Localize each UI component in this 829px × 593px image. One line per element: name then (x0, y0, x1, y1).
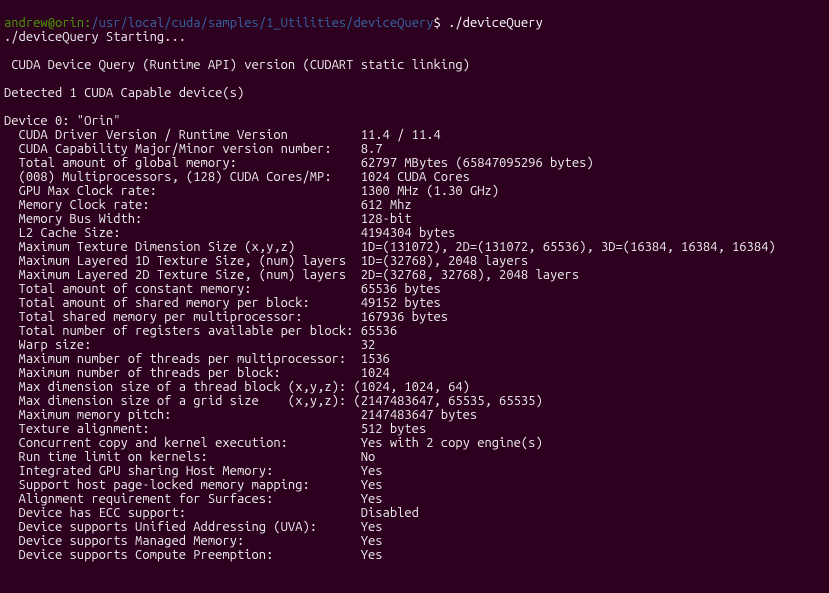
prop-surface-align: Alignment requirement for Surfaces: Yes (4, 492, 383, 506)
prop-mem-clock: Memory Clock rate: 612 Mhz (4, 198, 412, 212)
prop-shared-mem-mp: Total shared memory per multiprocessor: … (4, 310, 448, 324)
prop-page-locked: Support host page-locked memory mapping:… (4, 478, 383, 492)
prop-tex-align: Texture alignment: 512 bytes (4, 422, 426, 436)
prop-uva: Device supports Unified Addressing (UVA)… (4, 520, 383, 534)
prop-tex-dim: Maximum Texture Dimension Size (x,y,z) 1… (4, 240, 776, 254)
output-starting: ./deviceQuery Starting... (4, 30, 186, 44)
prompt-userhost: andrew@orin (4, 16, 84, 30)
prop-shared-mem-block: Total amount of shared memory per block:… (4, 296, 441, 310)
output-detected: Detected 1 CUDA Capable device(s) (4, 86, 244, 100)
prop-driver-version: CUDA Driver Version / Runtime Version 11… (4, 128, 441, 142)
prompt-line: andrew@orin:/usr/local/cuda/samples/1_Ut… (4, 16, 543, 30)
prop-multiprocessors: (008) Multiprocessors, (128) CUDA Cores/… (4, 170, 470, 184)
prop-threads-mp: Maximum number of threads per multiproce… (4, 352, 390, 366)
prop-mem-bus: Memory Bus Width: 128-bit (4, 212, 412, 226)
prop-threads-block: Maximum number of threads per block: 102… (4, 366, 390, 380)
prop-managed-mem: Device supports Managed Memory: Yes (4, 534, 383, 548)
prop-layered-2d: Maximum Layered 2D Texture Size, (num) l… (4, 268, 579, 282)
prop-grid-dim: Max dimension size of a grid size (x,y,z… (4, 394, 543, 408)
prop-const-mem: Total amount of constant memory: 65536 b… (4, 282, 441, 296)
prop-capability: CUDA Capability Major/Minor version numb… (4, 142, 383, 156)
prop-registers: Total number of registers available per … (4, 324, 397, 338)
command-text: ./deviceQuery (448, 16, 543, 30)
prop-compute-preempt: Device supports Compute Preemption: Yes (4, 548, 383, 562)
prop-mem-pitch: Maximum memory pitch: 2147483647 bytes (4, 408, 477, 422)
prompt-path: /usr/local/cuda/samples/1_Utilities/devi… (91, 16, 433, 30)
prop-integrated-gpu: Integrated GPU sharing Host Memory: Yes (4, 464, 383, 478)
prop-warp-size: Warp size: 32 (4, 338, 375, 352)
prop-ecc: Device has ECC support: Disabled (4, 506, 419, 520)
prop-block-dim: Max dimension size of a thread block (x,… (4, 380, 470, 394)
prop-concurrent-copy: Concurrent copy and kernel execution: Ye… (4, 436, 543, 450)
prop-layered-1d: Maximum Layered 1D Texture Size, (num) l… (4, 254, 528, 268)
output-header: CUDA Device Query (Runtime API) version … (4, 58, 470, 72)
prop-global-memory: Total amount of global memory: 62797 MBy… (4, 156, 594, 170)
prop-gpu-clock: GPU Max Clock rate: 1300 MHz (1.30 GHz) (4, 184, 499, 198)
prompt-dollar: $ (434, 16, 449, 30)
terminal[interactable]: andrew@orin:/usr/local/cuda/samples/1_Ut… (0, 0, 829, 564)
prop-l2-cache: L2 Cache Size: 4194304 bytes (4, 226, 455, 240)
output-device: Device 0: "Orin" (4, 114, 120, 128)
prop-runtime-limit: Run time limit on kernels: No (4, 450, 375, 464)
